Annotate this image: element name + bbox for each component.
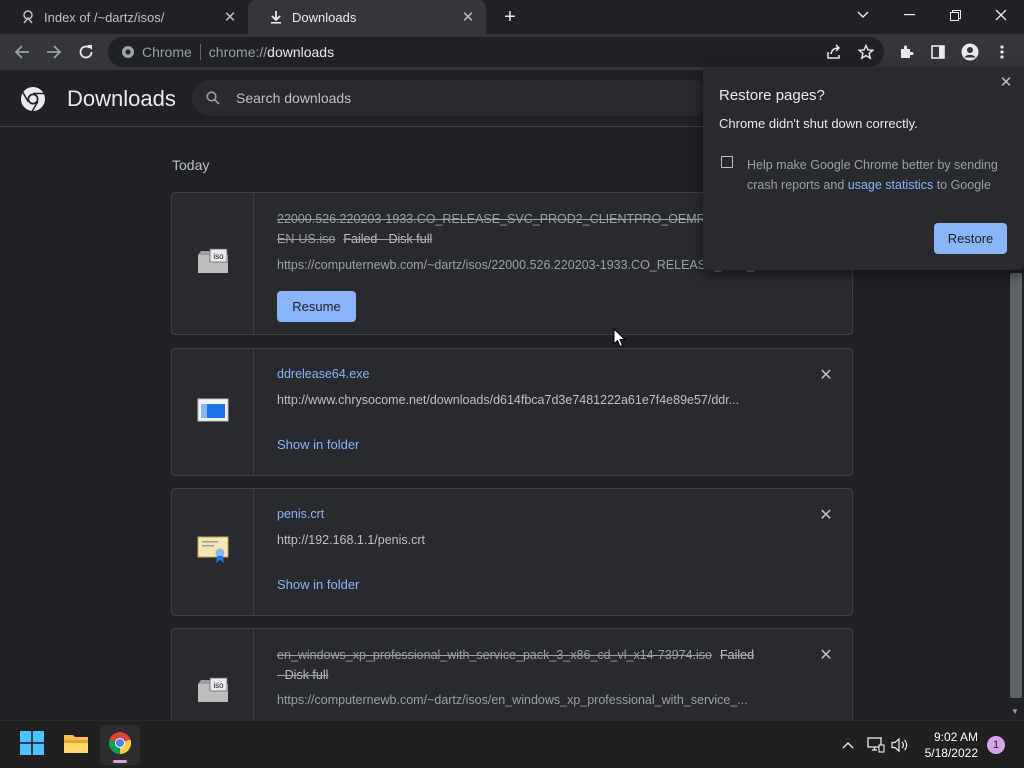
url-scheme: chrome:// — [208, 44, 268, 60]
show-hidden-icons-icon[interactable] — [838, 735, 858, 755]
clock-date: 5/18/2022 — [924, 746, 978, 760]
file-icon-column — [172, 489, 254, 615]
scrollbar-thumb[interactable] — [1010, 273, 1022, 698]
checkbox-label: Help make Google Chrome better by sendin… — [747, 155, 1007, 195]
filename-line: 22000.526.220203-1933.CO_RELEASE_SVC_PRO… — [277, 212, 715, 226]
back-button[interactable] — [8, 38, 36, 66]
download-filename[interactable]: penis.crt — [277, 507, 324, 521]
network-icon[interactable] — [866, 735, 886, 755]
page-title: Downloads — [67, 86, 176, 111]
chrome-site-icon[interactable] — [120, 44, 136, 60]
certificate-file-icon — [197, 536, 229, 569]
file-icon-column: iso — [172, 629, 254, 720]
profile-avatar-icon[interactable] — [959, 41, 981, 63]
filename-line: en_windows_xp_professional_with_service_… — [277, 648, 713, 662]
chrome-icon — [108, 731, 132, 760]
tab-index-of-isos[interactable]: Index of /~dartz/isos/ ✕ — [0, 0, 248, 34]
notification-badge[interactable]: 1 — [987, 736, 1005, 754]
download-filename[interactable]: en_windows_xp_professional_with_service_… — [277, 645, 777, 685]
volume-icon[interactable] — [890, 735, 910, 755]
show-in-folder-link[interactable]: Show in folder — [277, 437, 359, 452]
restore-window-button[interactable] — [932, 0, 978, 30]
new-tab-button[interactable]: + — [498, 5, 522, 29]
tab-title: Index of /~dartz/isos/ — [44, 9, 165, 25]
date-heading: Today — [172, 157, 210, 173]
windows-taskbar: 9:02 AM 5/18/2022 1 — [0, 720, 1024, 768]
download-url[interactable]: https://computernewb.com/~dartz/isos/220… — [277, 258, 777, 272]
active-app-indicator — [113, 760, 127, 763]
tab-search-icon[interactable] — [840, 0, 886, 30]
restore-pages-dialog: Restore pages? ✕ Chrome didn't shut down… — [703, 67, 1024, 270]
dialog-title: Restore pages? — [719, 87, 825, 104]
browser-toolbar: Chrome chrome://downloads — [0, 34, 1024, 70]
download-item: penis.crt ✕ http://192.168.1.1/penis.crt… — [171, 488, 853, 616]
filename-line: EN-US.iso — [277, 232, 336, 246]
start-button[interactable] — [12, 725, 52, 765]
download-url[interactable]: https://computernewb.com/~dartz/isos/en_… — [277, 693, 777, 707]
iso-file-icon: iso — [197, 676, 229, 709]
site-chip: Chrome — [142, 44, 192, 60]
side-panel-icon[interactable] — [927, 41, 949, 63]
share-icon[interactable] — [822, 40, 846, 64]
download-filename[interactable]: 22000.526.220203-1933.CO_RELEASE_SVC_PRO… — [277, 209, 747, 249]
remove-item-button[interactable]: ✕ — [818, 507, 834, 524]
system-clock[interactable]: 9:02 AM 5/18/2022 — [916, 729, 978, 761]
bookmark-star-icon[interactable] — [854, 40, 878, 64]
usage-statistics-link[interactable]: usage statistics — [848, 178, 933, 192]
tab-close-icon[interactable]: ✕ — [458, 7, 478, 27]
download-status: Failed - Disk full — [343, 232, 433, 246]
download-filename[interactable]: ddrelease64.exe — [277, 367, 369, 381]
show-in-folder-link[interactable]: Show in folder — [277, 577, 359, 592]
omnibox-separator — [199, 44, 201, 60]
minimize-button[interactable] — [886, 0, 932, 30]
tab-title: Downloads — [292, 9, 357, 25]
page-favicon-icon — [20, 9, 36, 25]
extensions-icon[interactable] — [895, 41, 917, 63]
reload-button[interactable] — [72, 38, 100, 66]
file-icon-column — [172, 349, 254, 475]
remove-item-button[interactable]: ✕ — [818, 647, 834, 664]
restore-button[interactable]: Restore — [934, 223, 1007, 254]
svg-text:iso: iso — [213, 681, 224, 690]
download-item: ddrelease64.exe ✕ http://www.chrysocome.… — [171, 348, 853, 476]
scroll-down-arrow-icon[interactable]: ▼ — [1011, 707, 1019, 716]
clock-time: 9:02 AM — [933, 730, 978, 744]
mouse-cursor-icon — [613, 327, 627, 348]
chrome-logo-icon — [20, 86, 46, 112]
url-host: downloads — [267, 44, 335, 60]
svg-text:iso: iso — [213, 252, 224, 261]
menu-kebab-icon[interactable] — [991, 41, 1013, 63]
tab-strip: Index of /~dartz/isos/ ✕ Downloads ✕ + — [0, 0, 1024, 34]
download-url[interactable]: http://192.168.1.1/penis.crt — [277, 533, 777, 547]
file-explorer-button[interactable] — [56, 725, 96, 765]
windows-logo-icon — [20, 730, 44, 760]
usage-stats-checkbox[interactable] — [721, 156, 733, 168]
close-window-button[interactable] — [978, 0, 1024, 30]
dialog-message: Chrome didn't shut down correctly. — [719, 116, 918, 131]
search-box[interactable] — [192, 80, 712, 116]
address-bar[interactable]: Chrome chrome://downloads — [108, 37, 884, 67]
download-icon — [268, 9, 284, 25]
forward-button[interactable] — [40, 38, 68, 66]
remove-item-button[interactable]: ✕ — [818, 367, 834, 384]
close-icon[interactable]: ✕ — [997, 73, 1015, 91]
tab-downloads[interactable]: Downloads ✕ — [248, 0, 486, 34]
checkbox-text-end: to Google — [933, 178, 991, 192]
search-icon — [204, 89, 222, 107]
download-status: Failed — [720, 648, 755, 662]
download-url[interactable]: http://www.chrysocome.net/downloads/d614… — [277, 393, 777, 407]
folder-icon — [63, 732, 89, 759]
download-item: iso en_windows_xp_professional_with_serv… — [171, 628, 853, 720]
file-icon-column: iso — [172, 193, 254, 334]
chrome-taskbar-button[interactable] — [100, 725, 140, 765]
search-input[interactable] — [236, 90, 676, 106]
tab-close-icon[interactable]: ✕ — [220, 7, 240, 27]
resume-button[interactable]: Resume — [277, 291, 356, 322]
iso-file-icon: iso — [197, 247, 229, 280]
download-status-detail: - Disk full — [277, 668, 329, 682]
exe-file-icon — [197, 398, 229, 427]
